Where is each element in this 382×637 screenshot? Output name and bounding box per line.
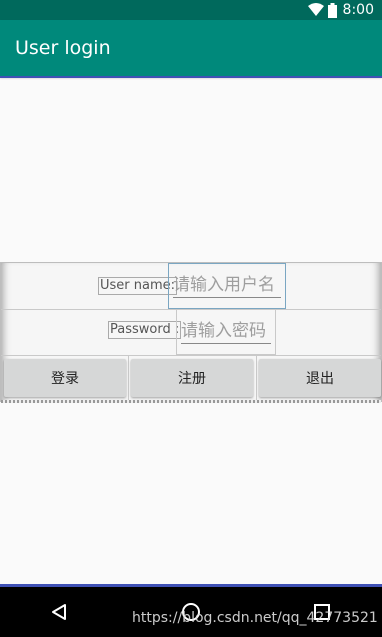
app-bar-divider: [0, 76, 382, 78]
status-bar: 8:00: [0, 0, 382, 20]
password-input[interactable]: [181, 318, 271, 344]
app-title: User login: [15, 37, 111, 59]
battery-icon: [327, 2, 337, 18]
status-time: 8:00: [342, 2, 374, 18]
username-row: User name:: [1, 263, 381, 310]
password-cell: [176, 309, 276, 355]
back-icon: [52, 604, 66, 620]
username-input[interactable]: [173, 272, 281, 298]
login-form: User name: Password : 登录 注册 退出: [0, 262, 382, 403]
row-bottom-border: [1, 400, 381, 403]
watermark-text: https://blog.csdn.net/qq_42773521: [132, 610, 378, 626]
register-button[interactable]: 注册: [131, 359, 253, 397]
button-divider: [128, 355, 129, 401]
exit-button[interactable]: 退出: [259, 359, 381, 397]
password-row: Password :: [1, 309, 381, 356]
wifi-icon: [307, 3, 324, 16]
login-button[interactable]: 登录: [4, 359, 126, 397]
username-cell: [168, 263, 286, 309]
button-divider: [256, 355, 257, 401]
password-label: Password :: [108, 321, 182, 339]
back-button[interactable]: [44, 597, 74, 627]
button-row: 登录 注册 退出: [1, 355, 381, 403]
username-label: User name:: [98, 277, 178, 295]
status-icons: 8:00: [307, 2, 374, 18]
